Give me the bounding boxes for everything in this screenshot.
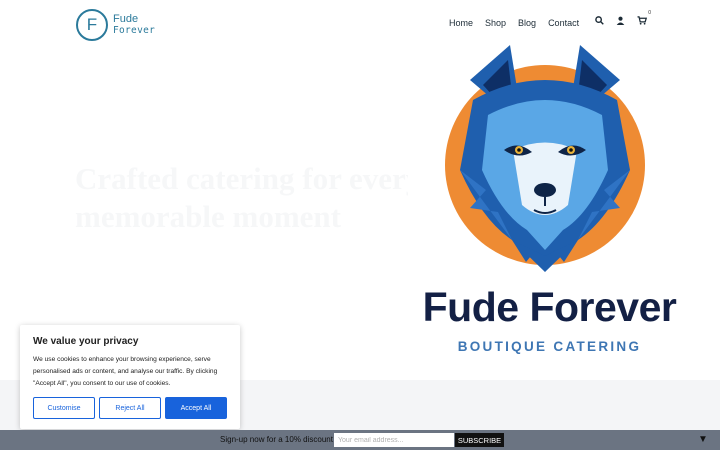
hero-title: Crafted catering for every memorable mom… — [75, 161, 422, 234]
logo-text: Fude Forever — [113, 13, 155, 37]
brand-subtitle: BOUTIQUE CATERING — [457, 339, 642, 354]
header-icons: 0 — [594, 10, 651, 26]
site-logo[interactable]: F Fude Forever — [76, 9, 155, 41]
accept-all-button[interactable]: Accept All — [165, 397, 227, 419]
logo-line2: Forever — [113, 25, 156, 36]
nav-item-blog[interactable]: Blog — [518, 18, 536, 28]
nav-item-contact[interactable]: Contact — [548, 18, 579, 28]
cookie-buttons: Customise Reject All Accept All — [33, 397, 227, 419]
logo-line1: Fude — [113, 13, 139, 25]
user-icon[interactable] — [615, 15, 626, 26]
search-icon[interactable] — [594, 15, 605, 26]
signup-bar: Sign-up now for a 10% discount SUBSCRIBE… — [0, 430, 720, 450]
cart-icon[interactable]: 0 — [636, 10, 651, 26]
cookie-consent-banner: We value your privacy We use cookies to … — [20, 325, 240, 429]
main-nav: Home Shop Blog Contact — [449, 18, 591, 28]
signup-text: Sign-up now for a 10% discount — [220, 435, 333, 444]
subscribe-button[interactable]: SUBSCRIBE — [455, 433, 504, 447]
nav-item-home[interactable]: Home — [449, 18, 473, 28]
reject-all-button[interactable]: Reject All — [99, 397, 161, 419]
customise-button[interactable]: Customise — [33, 397, 95, 419]
wolf-illustration — [445, 45, 645, 272]
nav-item-shop[interactable]: Shop — [485, 18, 506, 28]
collapse-arrow-icon[interactable]: ▼ — [698, 435, 708, 445]
email-field[interactable] — [334, 433, 454, 447]
brand-name: Fude Forever — [422, 284, 677, 330]
cookie-description: We use cookies to enhance your browsing … — [33, 356, 218, 387]
cookie-title: We value your privacy — [33, 336, 139, 347]
hero-logo-image: Fude Forever BOUTIQUE CATERING — [408, 40, 691, 380]
cart-count: 0 — [648, 10, 651, 16]
logo-letter: F — [86, 15, 98, 34]
logo-mark: F — [76, 9, 108, 41]
page: F Fude Forever Home Shop Blog Contact 0 … — [0, 0, 720, 450]
